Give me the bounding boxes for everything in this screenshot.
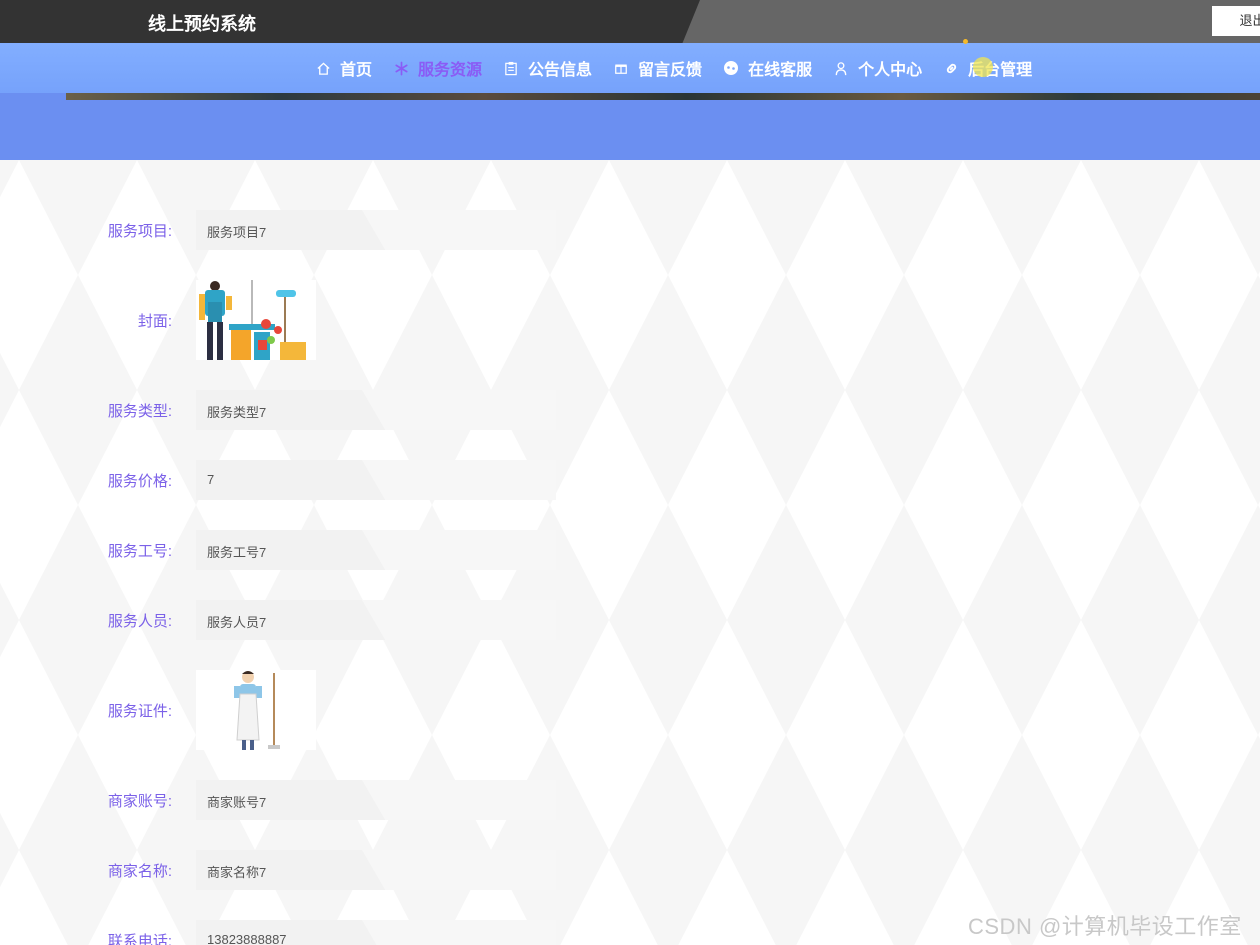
service-item-field: 服务项目7 bbox=[196, 210, 556, 250]
nav-item-announcements[interactable]: 公告信息 bbox=[502, 56, 592, 80]
user-icon bbox=[832, 59, 850, 77]
watermark-text: CSDN @计算机毕设工作室 bbox=[968, 914, 1242, 939]
home-icon bbox=[314, 59, 332, 77]
nav-item-home[interactable]: 首页 bbox=[314, 56, 372, 80]
nav-item-feedback[interactable]: 留言反馈 bbox=[612, 56, 702, 80]
top-bar-title-area bbox=[0, 0, 700, 43]
field-label: 封面: bbox=[137, 313, 172, 330]
service-id-field: 服务工号7 bbox=[196, 530, 556, 570]
content-background bbox=[0, 160, 1260, 945]
field-label: 商家名称: bbox=[107, 863, 172, 880]
logout-button[interactable]: 退出 bbox=[1212, 6, 1260, 36]
nav-item-label: 服务资源 bbox=[418, 62, 483, 79]
nav-item-label: 个人中心 bbox=[858, 62, 923, 79]
field-label: 服务价格: bbox=[107, 473, 172, 490]
mouse-cursor-highlight bbox=[973, 57, 993, 77]
service-staff-field: 服务人员7 bbox=[196, 600, 556, 640]
link-icon bbox=[942, 59, 960, 77]
nav-item-label: 公告信息 bbox=[528, 62, 593, 79]
service-type-field: 服务类型7 bbox=[196, 390, 556, 430]
field-value: 服务人员7 bbox=[207, 615, 267, 630]
certificate-image[interactable] bbox=[196, 670, 316, 750]
service-price-field: 7 bbox=[196, 460, 556, 500]
gift-icon bbox=[612, 59, 630, 77]
field-label: 联系电话: bbox=[107, 933, 172, 945]
field-value: 服务项目7 bbox=[207, 225, 267, 240]
field-value: 商家账号7 bbox=[207, 795, 267, 810]
field-label: 服务证件: bbox=[107, 703, 172, 720]
nav-indicator-dot bbox=[963, 39, 968, 44]
field-value: 7 bbox=[207, 472, 215, 487]
field-value: 服务类型7 bbox=[207, 405, 267, 420]
row-phone: 联系电话: 13823888887 bbox=[0, 920, 600, 945]
nav-item-personal-center[interactable]: 个人中心 bbox=[832, 56, 922, 80]
field-value: 商家名称7 bbox=[207, 865, 267, 880]
cleaner-with-tools-illustration bbox=[196, 280, 316, 360]
nav-item-label: 首页 bbox=[340, 62, 373, 79]
top-bar: 线上预约系统 退出 bbox=[0, 0, 1260, 43]
chat-icon bbox=[722, 59, 740, 77]
merchant-name-field: 商家名称7 bbox=[196, 850, 556, 890]
field-label: 服务类型: bbox=[107, 403, 172, 420]
app-title: 线上预约系统 bbox=[148, 14, 256, 34]
field-label: 商家账号: bbox=[107, 793, 172, 810]
field-label: 服务人员: bbox=[107, 613, 172, 630]
banner-image-strip bbox=[66, 93, 1260, 100]
cleaner-with-mop-illustration bbox=[196, 670, 316, 750]
cover-image[interactable] bbox=[196, 280, 316, 360]
phone-field: 13823888887 bbox=[196, 920, 556, 945]
clipboard-icon bbox=[502, 59, 520, 77]
nav-items: 首页 服务资源 公告信息 留言反馈 在线客服 个人中心 后台管理 bbox=[314, 43, 1052, 93]
nav-item-label: 留言反馈 bbox=[638, 62, 703, 79]
main-nav: 首页 服务资源 公告信息 留言反馈 在线客服 个人中心 后台管理 bbox=[0, 43, 1260, 93]
field-label: 服务项目: bbox=[107, 223, 172, 240]
snowflake-icon bbox=[392, 59, 410, 77]
nav-item-online-service[interactable]: 在线客服 bbox=[722, 56, 812, 80]
field-label: 服务工号: bbox=[107, 543, 172, 560]
merchant-account-field: 商家账号7 bbox=[196, 780, 556, 820]
banner-band bbox=[0, 93, 1260, 160]
diamond-pattern bbox=[0, 160, 1260, 945]
field-value: 服务工号7 bbox=[207, 545, 267, 560]
nav-item-service-resources[interactable]: 服务资源 bbox=[392, 56, 482, 80]
field-value: 13823888887 bbox=[207, 932, 287, 945]
nav-item-label: 在线客服 bbox=[748, 62, 813, 79]
